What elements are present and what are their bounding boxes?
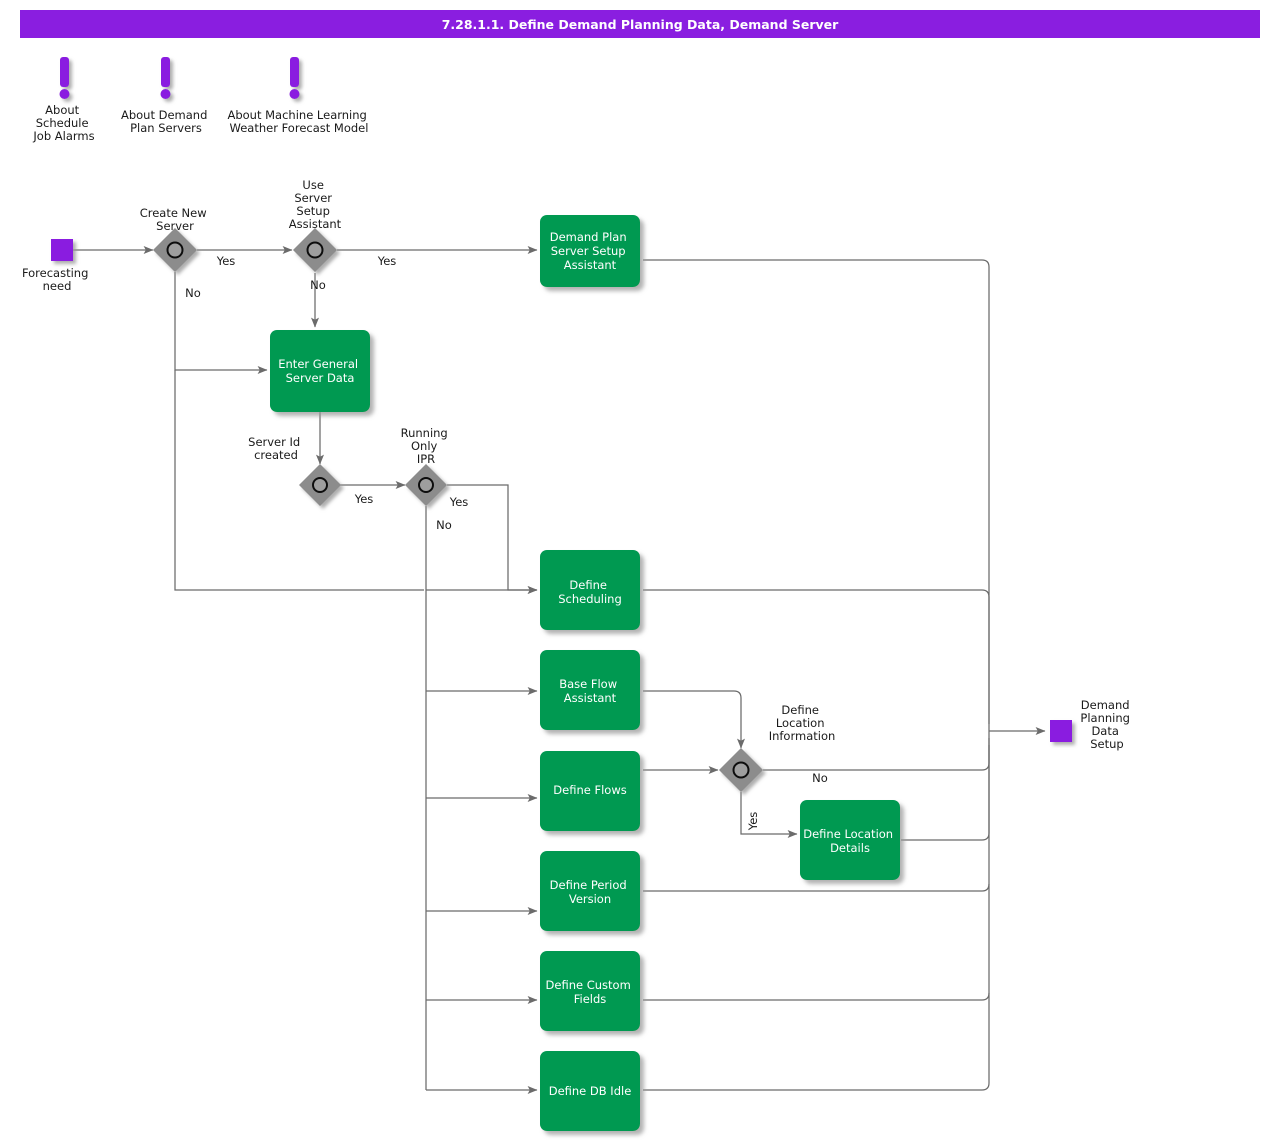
decision-label: Create New Server: [140, 206, 211, 233]
edge-label-use-assistant-no: No: [310, 278, 326, 292]
activity-enter-general-server-data[interactable]: Enter General Server Data: [270, 330, 370, 412]
activity-label: Define Flows: [553, 783, 626, 797]
edge-define-custom-fields-to-rail: [643, 992, 990, 1001]
edge-label-running-only-ipr-no: No: [436, 518, 452, 532]
activity-define-db-idle[interactable]: Define DB Idle: [540, 1051, 640, 1131]
start-node-shape: [51, 239, 73, 261]
note-label: About Schedule Job Alarms: [32, 103, 94, 143]
activity-define-flows[interactable]: Define Flows: [540, 751, 640, 831]
edge-label-create-new-server-yes: Yes: [216, 254, 236, 268]
end-node-shape: [1050, 720, 1072, 742]
decision-server-id-created[interactable]: Server Id created: [248, 435, 341, 506]
start-forecasting-need[interactable]: Forecasting need: [22, 239, 92, 293]
edge-setup-assistant-to-rail: [643, 259, 990, 724]
activity-label: Base Flow Assistant: [559, 677, 621, 705]
exclamation-note-icon: [59, 57, 70, 99]
note-ml-weather-forecast[interactable]: About Machine Learning Weather Forecast …: [227, 57, 370, 135]
activity-label: Define DB Idle: [549, 1084, 632, 1098]
decision-create-new-server[interactable]: Create New Server: [140, 206, 211, 272]
edge-define-scheduling-to-rail: [643, 589, 990, 598]
decision-label: Server Id created: [248, 435, 304, 462]
decision-running-only-ipr[interactable]: Running Only IPR: [401, 426, 452, 506]
note-demand-plan-servers[interactable]: About Demand Plan Servers: [121, 57, 211, 135]
decision-diamond-shape: [153, 228, 197, 272]
end-demand-planning-data-setup[interactable]: Demand Planning Data Setup: [1050, 698, 1134, 751]
note-schedule-job-alarms[interactable]: About Schedule Job Alarms: [32, 57, 95, 143]
decision-diamond-shape: [405, 464, 447, 506]
activity-define-custom-fields[interactable]: Define Custom Fields: [540, 951, 640, 1031]
decision-diamond-shape: [293, 228, 337, 272]
end-node-label: Demand Planning Data Setup: [1080, 698, 1133, 751]
edge-location-details-to-rail: [901, 745, 990, 841]
decision-label: Use Server Setup Assistant: [289, 178, 342, 231]
edge-label-location-info-yes: Yes: [746, 812, 760, 832]
decision-use-server-setup-assistant[interactable]: Use Server Setup Assistant: [289, 178, 342, 272]
edge-label-use-assistant-yes: Yes: [377, 254, 397, 268]
activity-demand-plan-server-setup-assistant[interactable]: Demand Plan Server Setup Assistant: [540, 215, 640, 287]
flowchart-canvas: About Schedule Job Alarms About Demand P…: [22, 57, 1134, 1131]
exclamation-note-icon: [160, 57, 171, 99]
edge-base-flow-to-location-decision: [643, 690, 745, 749]
decision-label: Running Only IPR: [401, 426, 452, 466]
activity-base-flow-assistant[interactable]: Base Flow Assistant: [540, 650, 640, 730]
note-label: About Demand Plan Servers: [121, 108, 211, 135]
activity-define-period-version[interactable]: Define Period Version: [540, 851, 640, 931]
edge-label-create-new-server-no: No: [185, 286, 201, 300]
start-node-label: Forecasting need: [22, 266, 92, 293]
decision-label: Define Location Information: [769, 703, 836, 743]
activity-define-location-details[interactable]: Define Location Details: [800, 800, 900, 880]
note-label: About Machine Learning Weather Forecast …: [227, 108, 370, 135]
exclamation-note-icon: [289, 57, 300, 99]
edge-define-db-idle-to-rail: [643, 1082, 990, 1091]
activity-label: Enter General Server Data: [278, 357, 362, 385]
decision-diamond-shape: [299, 464, 341, 506]
activity-define-scheduling[interactable]: Define Scheduling: [540, 550, 640, 630]
edge-label-location-info-no: No: [812, 771, 828, 785]
edge-label-running-only-ipr-yes: Yes: [449, 495, 469, 509]
decision-diamond-shape: [719, 748, 763, 792]
edge-define-period-version-to-rail: [643, 883, 990, 892]
edge-label-server-id-created-yes: Yes: [354, 492, 374, 506]
